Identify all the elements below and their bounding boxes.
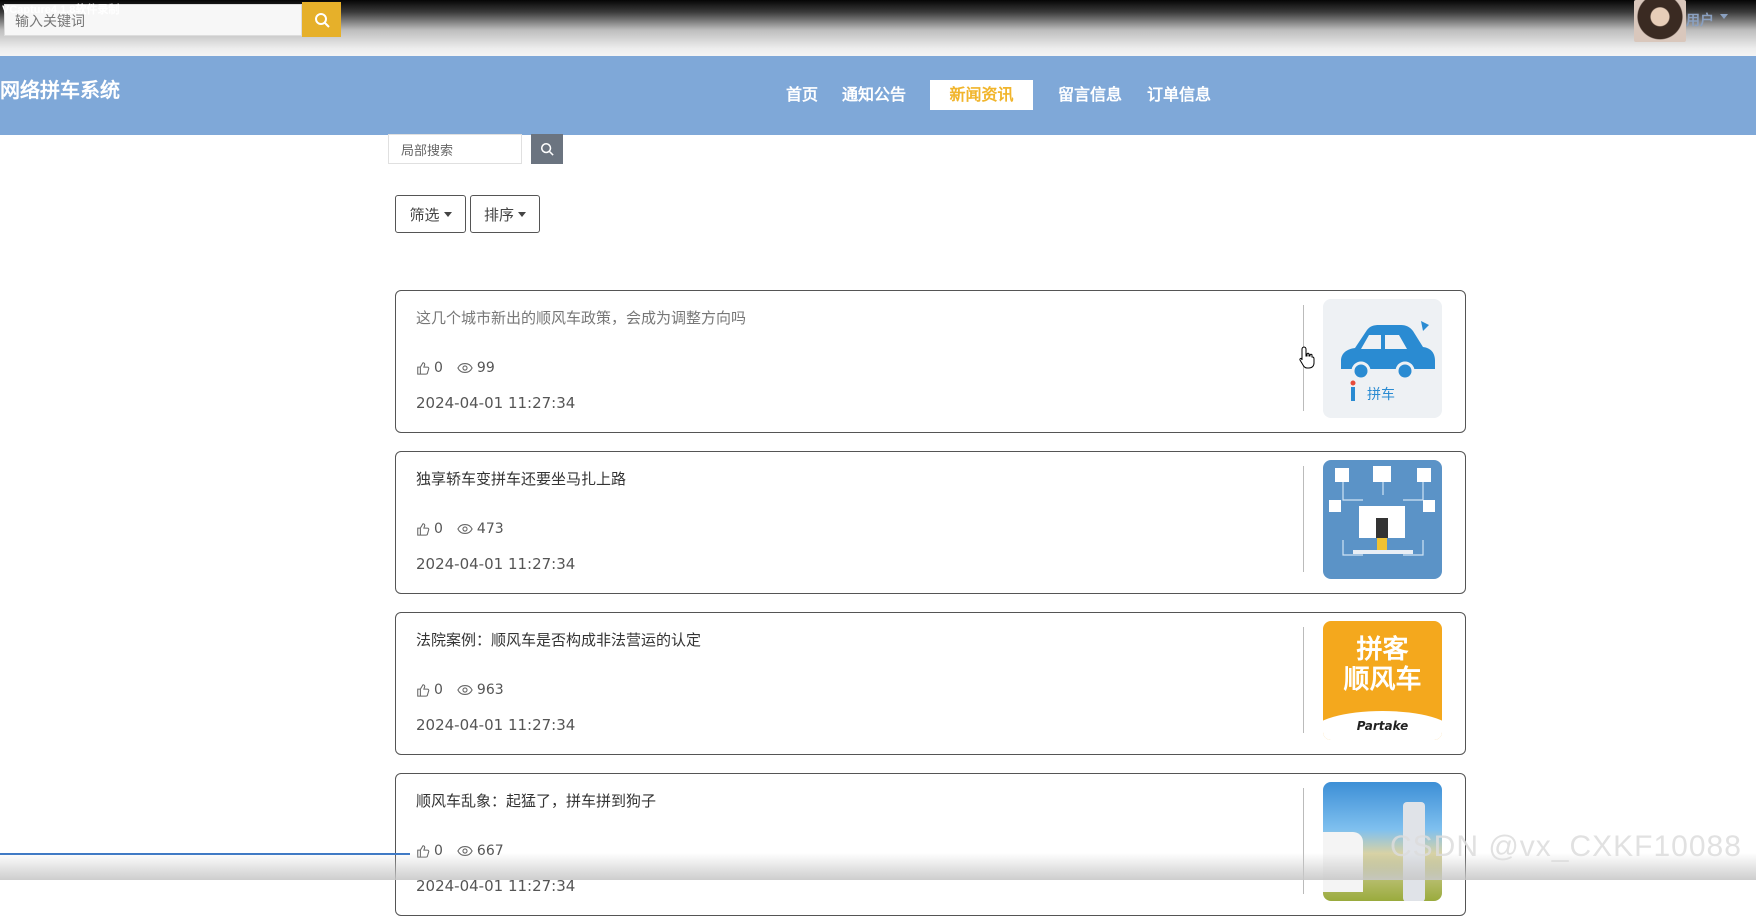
user-menu-label[interactable]: 用户	[1686, 10, 1714, 30]
news-title[interactable]: 法院案例：顺风车是否构成非法营运的认定	[416, 629, 701, 650]
eye-icon	[457, 685, 473, 695]
news-card[interactable]: 法院案例：顺风车是否构成非法营运的认定 0 963 2024-04-01 11:…	[395, 612, 1466, 755]
nav-item-messages[interactable]: 留言信息	[1058, 80, 1122, 110]
news-date: 2024-04-01 11:27:34	[416, 394, 576, 412]
filter-dropdown[interactable]: 筛选	[395, 195, 466, 233]
search-icon	[314, 12, 330, 28]
nav-item-notice[interactable]: 通知公告	[842, 80, 906, 110]
news-date: 2024-04-01 11:27:34	[416, 555, 576, 573]
sort-dropdown[interactable]: 排序	[470, 195, 540, 233]
eye-icon	[457, 363, 473, 373]
local-search-input[interactable]: 局部搜索	[388, 134, 522, 164]
site-title: 网络拼车系统	[0, 78, 120, 102]
recorder-label: VCapture4.1.8软件录制	[2, 4, 120, 16]
divider	[1303, 466, 1304, 572]
thumb-brand: Partake	[1356, 719, 1409, 733]
watermark: CSDN @vx_CXKF10088	[1390, 830, 1742, 863]
thumbs-up-icon[interactable]	[416, 522, 430, 536]
view-count: 963	[476, 682, 504, 698]
thumb-caption: 拼车	[1367, 386, 1395, 403]
view-count: 99	[476, 360, 495, 376]
nav-bar: 网络拼车系统 首页 通知公告 新闻资讯 留言信息 订单信息	[0, 56, 1756, 135]
news-title[interactable]: 这几个城市新出的顺风车政策，会成为调整方向吗	[416, 307, 746, 328]
keyword-search-button[interactable]	[302, 2, 341, 37]
news-title[interactable]: 独享轿车变拼车还要坐马扎上路	[416, 468, 626, 489]
hand-cursor-icon	[1299, 346, 1315, 369]
news-date: 2024-04-01 11:27:34	[416, 716, 576, 734]
office-illustration-icon	[1329, 466, 1435, 556]
avatar[interactable]	[1634, 0, 1686, 42]
thumb-logo-text: 拼客 顺风车	[1343, 635, 1422, 695]
nav-item-orders[interactable]: 订单信息	[1147, 80, 1211, 110]
news-title[interactable]: 顺风车乱象：起猛了，拼车拼到狗子	[416, 790, 656, 811]
nav-item-news[interactable]: 新闻资讯	[930, 80, 1033, 110]
news-stats: 0 99	[416, 360, 509, 376]
thumbs-up-icon[interactable]	[416, 683, 430, 697]
car-icon: 拼车	[1341, 321, 1435, 403]
nav-item-home[interactable]: 首页	[786, 80, 818, 110]
news-stats: 0 963	[416, 682, 518, 698]
news-thumbnail[interactable]	[1323, 460, 1442, 579]
like-count: 0	[434, 360, 443, 376]
like-count: 0	[434, 521, 443, 537]
view-count: 473	[476, 521, 504, 537]
top-bar: 输入关键词 VCapture4.1.8软件录制 用户	[0, 0, 1756, 56]
thumbs-up-icon[interactable]	[416, 361, 430, 375]
like-count: 0	[434, 682, 443, 698]
eye-icon	[457, 524, 473, 534]
search-icon	[540, 142, 554, 156]
chevron-down-icon[interactable]	[1720, 14, 1728, 19]
news-thumbnail[interactable]: 拼客 顺风车 Partake	[1323, 621, 1442, 740]
caret-down-icon	[518, 211, 526, 217]
news-card[interactable]: 顺风车乱象：起猛了，拼车拼到狗子 0 667 2024-04-01 11:27:…	[395, 773, 1466, 916]
news-card[interactable]: 独享轿车变拼车还要坐马扎上路 0 473 2024-04-01 11:27:34	[395, 451, 1466, 594]
filter-label: 筛选	[409, 205, 440, 224]
caret-down-icon	[443, 211, 452, 217]
local-search-button[interactable]	[531, 134, 563, 164]
sort-label: 排序	[483, 205, 514, 224]
news-thumbnail[interactable]: 拼车	[1323, 299, 1442, 418]
news-stats: 0 473	[416, 521, 518, 537]
divider	[1303, 627, 1304, 733]
